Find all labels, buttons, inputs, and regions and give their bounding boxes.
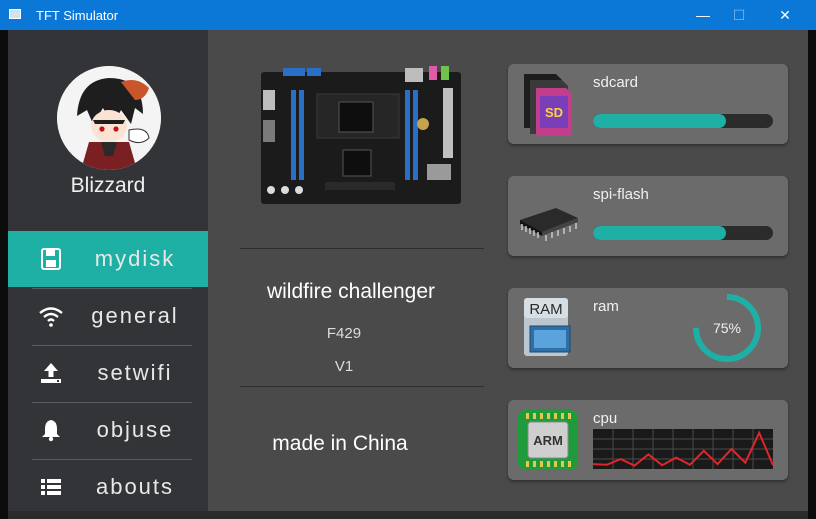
nav-label-mydisk: mydisk xyxy=(94,246,176,271)
floppy-disk-icon xyxy=(38,247,64,271)
upload-icon xyxy=(38,361,64,385)
spiflash-card[interactable]: spi-flash xyxy=(508,176,788,256)
ram-gauge: 75% xyxy=(690,291,764,365)
bell-icon xyxy=(38,418,64,442)
close-button[interactable]: ✕ xyxy=(762,0,808,30)
nav-label-abouts: abouts xyxy=(95,474,175,499)
board-name: wildfire challenger xyxy=(266,280,436,303)
nav-item-setwifi[interactable]: setwifi xyxy=(8,345,208,401)
sdcard-progress-fill xyxy=(593,114,727,128)
background-console xyxy=(0,30,8,519)
nav-label-general: general xyxy=(91,303,179,328)
spiflash-label: spi-flash xyxy=(593,186,649,203)
board-version: V1 xyxy=(334,358,354,375)
sdcard-progress xyxy=(593,114,773,128)
title-bar: TFT Simulator — ☐ ✕ xyxy=(0,0,816,30)
arm-chip-icon: ARM xyxy=(516,408,580,472)
nav-item-objuse[interactable]: objuse xyxy=(8,402,208,458)
nav-label-setwifi: setwifi xyxy=(97,360,173,385)
memory-chip-icon xyxy=(516,184,580,248)
divider xyxy=(240,386,484,387)
sdcard-label: sdcard xyxy=(593,74,639,91)
window-title: TFT Simulator xyxy=(36,8,119,23)
nav-item-mydisk[interactable]: mydisk xyxy=(8,231,208,287)
avatar-image xyxy=(57,66,161,170)
ram-percent: 75% xyxy=(713,320,741,336)
nav-label-objuse: objuse xyxy=(96,417,174,442)
nav-item-abouts[interactable]: abouts xyxy=(8,459,208,515)
sd-card-icon: SD xyxy=(516,72,580,136)
list-icon xyxy=(38,475,64,499)
app-icon xyxy=(9,9,21,19)
sidebar: Blizzard mydisk general setwifi objuse a… xyxy=(8,30,208,511)
board-origin: made in China xyxy=(272,432,408,455)
user-name: Blizzard xyxy=(70,174,146,197)
background-console-right xyxy=(808,30,816,519)
spiflash-progress-fill xyxy=(593,226,727,240)
cpu-usage-graph xyxy=(592,429,774,469)
maximize-button[interactable]: ☐ xyxy=(716,0,762,30)
sdcard-card[interactable]: SD sdcard xyxy=(508,64,788,144)
cpu-label: cpu xyxy=(593,410,618,427)
arm-chip-text: ARM xyxy=(533,433,563,448)
spiflash-progress xyxy=(593,226,773,240)
avatar[interactable] xyxy=(57,66,161,170)
cpu-card[interactable]: ARM cpu xyxy=(508,400,788,480)
nav-item-general[interactable]: general xyxy=(8,288,208,344)
divider xyxy=(240,248,484,249)
board-model: F429 xyxy=(326,325,362,342)
circuit-board-image xyxy=(255,64,467,208)
ram-icon: RAM xyxy=(516,296,580,360)
ram-label: ram xyxy=(593,298,619,315)
app-window: Blizzard mydisk general setwifi objuse a… xyxy=(8,30,808,511)
svg-text:SD: SD xyxy=(545,105,563,120)
wifi-icon xyxy=(38,304,64,328)
ram-card[interactable]: RAM ram 75% xyxy=(508,288,788,368)
svg-text:RAM: RAM xyxy=(529,301,562,318)
